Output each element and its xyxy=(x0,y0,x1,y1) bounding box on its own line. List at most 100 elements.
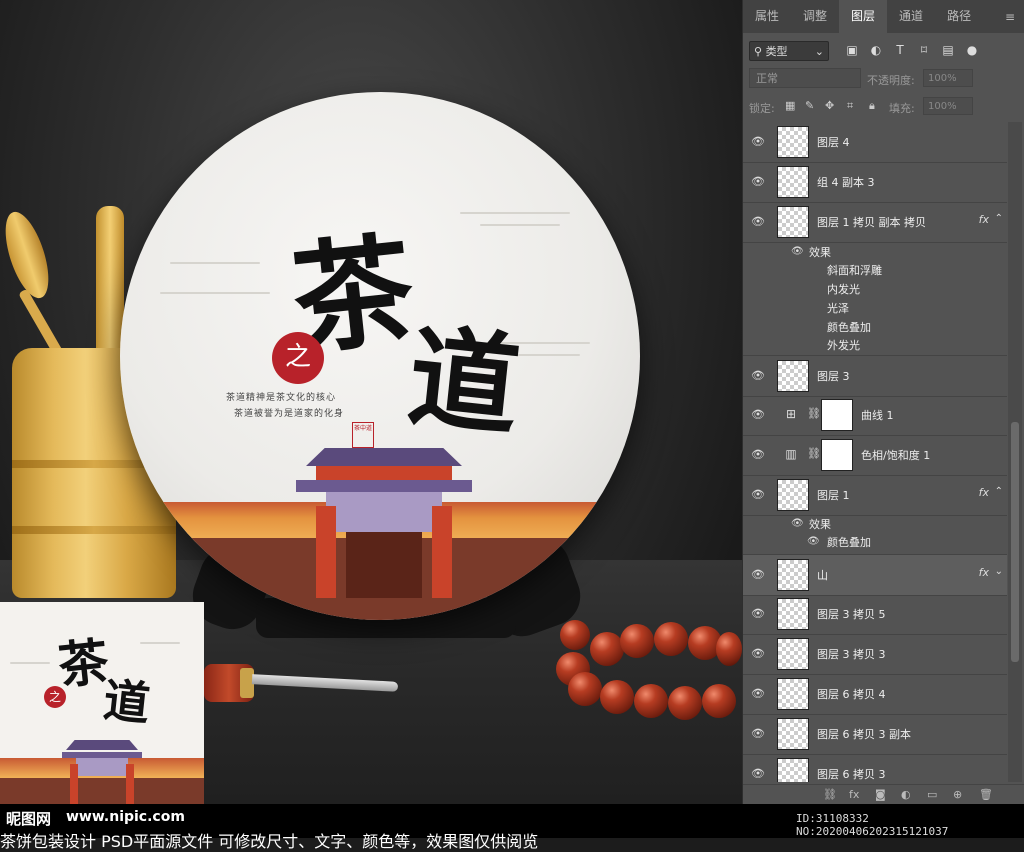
lock-position-icon[interactable]: ✥ xyxy=(825,99,834,112)
layer-row[interactable]: 👁︎ 组 4 副本 3 xyxy=(743,162,1007,203)
eye-icon[interactable]: 👁︎ xyxy=(751,369,765,383)
curves-icon: ⊞ xyxy=(785,407,797,421)
eye-icon[interactable]: 👁︎ xyxy=(751,488,765,502)
delete-layer-icon[interactable]: 🗑︎ xyxy=(979,788,993,801)
panel-bottom-toolbar: ⛓︎ fx ◙ ◐ ▭ ⊕ 🗑︎ xyxy=(743,784,1024,805)
tab-paths[interactable]: 路径 xyxy=(935,0,983,33)
layer-row[interactable]: 👁︎ 图层 6 拷贝 4 xyxy=(743,674,1007,715)
opacity-label: 不透明度: xyxy=(867,74,915,87)
poem-line-2: 茶道被誉为是道家的化身 xyxy=(234,409,345,419)
fx-icon[interactable]: fx xyxy=(979,486,989,499)
effects-header[interactable]: 👁︎ 效果 xyxy=(743,516,1007,534)
poem-line-1: 茶道精神是茶文化的核心 xyxy=(226,393,337,403)
temple-gate xyxy=(296,448,472,598)
eye-icon[interactable]: 👁︎ xyxy=(751,687,765,701)
eye-icon[interactable]: 👁︎ xyxy=(807,536,820,547)
layer-thumbnail xyxy=(777,166,809,198)
effect-item[interactable]: 颜色叠加 xyxy=(743,319,1007,337)
layer-name: 图层 3 拷贝 5 xyxy=(817,608,886,621)
eye-icon[interactable]: 👁︎ xyxy=(751,568,765,582)
eye-icon[interactable]: 👁︎ xyxy=(751,448,765,462)
layer-thumbnail xyxy=(777,126,809,158)
layer-row[interactable]: 👁︎ 图层 3 xyxy=(743,355,1007,397)
thumb-title-char-tea: 茶 xyxy=(55,631,112,696)
new-adjustment-icon[interactable]: ◐ xyxy=(901,788,911,801)
fx-icon[interactable]: fx xyxy=(979,213,989,226)
lock-artboard-icon[interactable]: ⌗ xyxy=(847,99,853,113)
eye-icon[interactable]: 👁︎ xyxy=(751,767,765,781)
chevron-down-icon[interactable]: ⌄ xyxy=(995,566,1003,577)
blend-mode-select[interactable]: 正常 xyxy=(749,68,861,88)
new-layer-icon[interactable]: ⊕ xyxy=(953,788,962,801)
search-icon: ⚲ xyxy=(754,45,763,58)
layer-row[interactable]: 👁︎ 图层 4 xyxy=(743,122,1007,163)
add-mask-icon[interactable]: ◙ xyxy=(875,788,886,801)
eye-icon[interactable]: 👁︎ xyxy=(751,175,765,189)
layer-row[interactable]: 👁︎ 图层 3 拷贝 3 xyxy=(743,634,1007,675)
fx-icon[interactable]: fx xyxy=(979,566,989,579)
lock-transparent-icon[interactable]: ▦ xyxy=(785,99,795,112)
layer-mask-thumbnail xyxy=(821,399,853,431)
new-group-icon[interactable]: ▭ xyxy=(927,788,937,801)
layer-thumbnail xyxy=(777,206,809,238)
lock-image-icon[interactable]: ✎ xyxy=(805,99,814,112)
adjustment-layer-row[interactable]: 👁︎ ▥ ⛓︎ 色相/饱和度 1 xyxy=(743,435,1007,476)
layer-row[interactable]: 👁︎ 图层 6 拷贝 3 副本 xyxy=(743,714,1007,755)
shape-filter-icon[interactable]: ⌑ xyxy=(917,43,931,57)
eye-icon[interactable]: 👁︎ xyxy=(751,727,765,741)
tab-properties[interactable]: 属性 xyxy=(743,0,791,33)
layer-thumbnail xyxy=(777,360,809,392)
effect-item[interactable]: 外发光 xyxy=(743,337,1007,355)
layer-name: 图层 1 xyxy=(817,489,850,502)
thumb-temple-gate xyxy=(62,740,142,804)
red-seal: 之 xyxy=(272,332,324,384)
fill-input[interactable]: 100% xyxy=(923,97,973,115)
adjustment-filter-icon[interactable]: ◐ xyxy=(869,43,883,57)
layers-scrollbar[interactable] xyxy=(1008,122,1022,782)
image-description: 茶饼包装设计 PSD平面源文件 可修改尺寸、文字、颜色等，效果图仅供阅览 xyxy=(0,832,539,851)
image-filter-icon[interactable]: ▣ xyxy=(845,43,859,57)
opacity-input[interactable]: 100% xyxy=(923,69,973,87)
layer-row[interactable]: 👁︎ 图层 6 拷贝 3 xyxy=(743,754,1007,782)
eye-icon[interactable]: 👁︎ xyxy=(751,408,765,422)
layer-name: 图层 1 拷贝 副本 拷贝 xyxy=(817,216,926,229)
type-filter-icon[interactable]: T xyxy=(893,43,907,57)
tab-adjustments[interactable]: 调整 xyxy=(791,0,839,33)
effect-item[interactable]: 内发光 xyxy=(743,281,1007,299)
effects-header[interactable]: 👁︎ 效果 xyxy=(743,244,1007,262)
layer-row[interactable]: 👁︎ 图层 1 fx ⌃ xyxy=(743,475,1007,516)
layer-row[interactable]: 👁︎ 图层 1 拷贝 副本 拷贝 fx ⌃ xyxy=(743,202,1007,243)
bamboo-spoon xyxy=(0,206,58,304)
tab-layers[interactable]: 图层 xyxy=(839,0,888,33)
link-icon[interactable]: ⛓︎ xyxy=(807,407,821,420)
link-layers-icon[interactable]: ⛓︎ xyxy=(823,788,837,801)
eye-icon[interactable]: 👁︎ xyxy=(751,607,765,621)
adjustment-layer-row[interactable]: 👁︎ ⊞ ⛓︎ 曲线 1 xyxy=(743,395,1007,436)
eye-icon[interactable]: 👁︎ xyxy=(791,518,804,529)
chevron-up-icon[interactable]: ⌃ xyxy=(995,213,1003,224)
lock-all-icon[interactable]: 🔒︎ xyxy=(869,99,875,113)
toggle-filter-icon[interactable]: ● xyxy=(965,43,979,57)
watermark-footer: 昵图网 www.nipic.com ID:31108332 NO:2020040… xyxy=(0,804,1024,851)
panel-menu-icon[interactable]: ≡ xyxy=(1005,10,1015,24)
eye-icon[interactable]: 👁︎ xyxy=(751,135,765,149)
effect-item[interactable]: 👁︎ 颜色叠加 xyxy=(743,534,1007,552)
tab-channels[interactable]: 通道 xyxy=(887,0,935,33)
blend-mode-value: 正常 xyxy=(756,72,778,85)
filter-kind-select[interactable]: ⚲ 类型 ⌄ xyxy=(749,41,829,61)
eye-icon[interactable]: 👁︎ xyxy=(751,647,765,661)
layer-row[interactable]: 👁︎ 图层 3 拷贝 5 xyxy=(743,594,1007,635)
eye-icon[interactable]: 👁︎ xyxy=(791,246,804,257)
effect-item[interactable]: 斜面和浮雕 xyxy=(743,262,1007,280)
layer-row-selected[interactable]: 👁︎ 山 fx ⌄ xyxy=(743,554,1007,596)
layer-thumbnail xyxy=(777,678,809,710)
chevron-up-icon[interactable]: ⌃ xyxy=(995,486,1003,497)
scrollbar-thumb[interactable] xyxy=(1011,422,1019,662)
effect-item[interactable]: 光泽 xyxy=(743,300,1007,318)
smart-object-filter-icon[interactable]: ▤ xyxy=(941,43,955,57)
add-style-icon[interactable]: fx xyxy=(849,788,859,801)
eye-icon[interactable]: 👁︎ xyxy=(751,215,765,229)
layer-name: 曲线 1 xyxy=(861,409,894,422)
link-icon[interactable]: ⛓︎ xyxy=(807,447,821,460)
effect-label: 颜色叠加 xyxy=(827,321,871,334)
